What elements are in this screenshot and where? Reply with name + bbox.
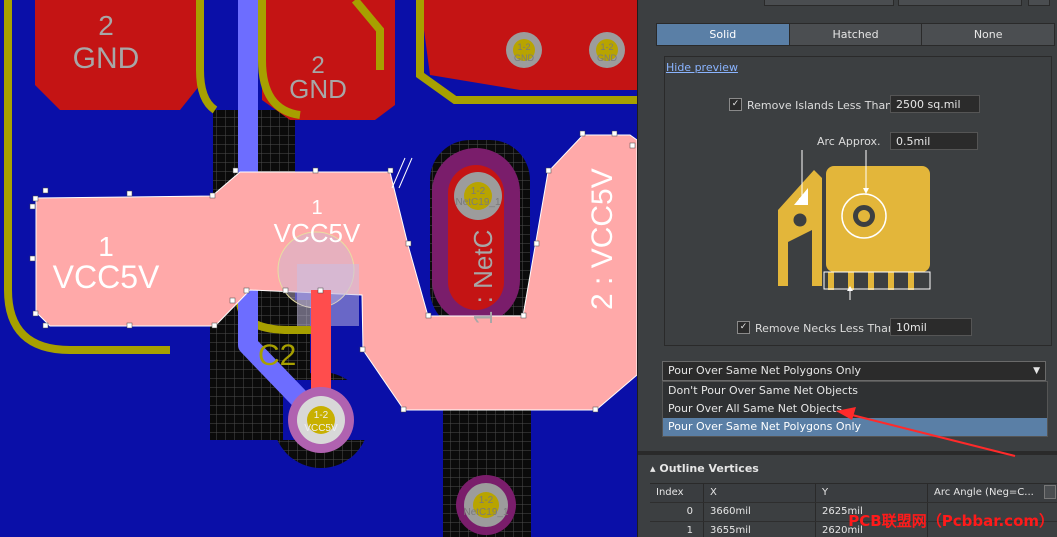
preview-necks [828, 272, 914, 290]
remove-necks-label: Remove Necks Less Than [755, 322, 895, 335]
via-gnd-1-net: GND [514, 53, 535, 63]
outline-vertices-title: Outline Vertices [659, 462, 759, 475]
col-arc-angle[interactable]: Arc Angle (Neg=C... [928, 484, 1053, 502]
via-gnd-2-pad: 1-2 [600, 42, 613, 52]
via-netc-top-pad: 1-2 [471, 186, 486, 197]
cell-index: 0 [650, 503, 704, 521]
collapse-triangle-icon[interactable]: ▴ [650, 462, 656, 475]
cell-x[interactable]: 3660mil [704, 503, 816, 521]
polygon-properties-panel: Solid Hatched None Hide preview ✓ Remove… [637, 0, 1057, 537]
remove-islands-checkbox[interactable]: ✓ [729, 98, 742, 111]
via-netc-top-net: NetC19_1 [455, 197, 500, 208]
vcc-left-net: VCC5V [53, 259, 160, 295]
pour-over-dropdown[interactable]: Pour Over Same Net Polygons Only ▼ [662, 361, 1046, 381]
panel-top-bar [638, 0, 1057, 14]
col-index[interactable]: Index [650, 484, 704, 502]
gnd-left-net: GND [73, 42, 140, 75]
watermark-text: PCB联盟网（Pcbbar.com） [848, 512, 1054, 530]
arc-approx-field[interactable]: 0.5mil [890, 132, 978, 150]
pcb-canvas[interactable]: 2 GND 2 GND 1 VCC5V 1 VCC5V 2 : VCC5V 1 … [0, 0, 637, 537]
via-gnd-2-net: GND [597, 53, 618, 63]
top-button[interactable] [1028, 0, 1050, 6]
fill-mode-hatched[interactable]: Hatched [789, 24, 923, 45]
netc19-vertical-label: 1 : NetC [468, 230, 498, 325]
top-field-1[interactable] [764, 0, 894, 6]
chevron-down-icon[interactable]: ▼ [1033, 362, 1040, 380]
cell-x[interactable]: 3655mil [704, 522, 816, 537]
table-header: Index X Y Arc Angle (Neg=C... [650, 484, 1057, 503]
via-vcc-pad: 1-2 [314, 410, 329, 421]
cell-index: 1 [650, 522, 704, 537]
remove-islands-field[interactable]: 2500 sq.mil [890, 95, 980, 113]
col-x[interactable]: X [704, 484, 816, 502]
preview-graphic [778, 150, 931, 300]
table-scrollbar[interactable] [1044, 485, 1056, 499]
gnd-mid-net: GND [289, 74, 347, 104]
vcc-left-num: 1 [98, 231, 114, 262]
vcc-mid-net: VCC5V [274, 218, 361, 248]
option-pour-polygons-only[interactable]: Pour Over Same Net Polygons Only [663, 418, 1047, 436]
pour-over-selected: Pour Over Same Net Polygons Only [668, 364, 862, 377]
fill-mode-none[interactable]: None [922, 24, 1055, 45]
outline-vertices-header[interactable]: ▴ Outline Vertices [650, 462, 759, 475]
via-netc-bottom-net: NetC19_1 [463, 507, 508, 518]
pour-over-options: Don't Pour Over Same Net Objects Pour Ov… [662, 381, 1048, 437]
top-field-2[interactable] [898, 0, 1022, 6]
fill-mode-solid[interactable]: Solid [657, 24, 790, 45]
option-pour-all[interactable]: Pour Over All Same Net Objects [663, 400, 1047, 418]
hide-preview-link[interactable]: Hide preview [666, 61, 738, 74]
via-netc-bottom-pad: 1-2 [479, 495, 494, 506]
vcc-mid-num: 1 [311, 197, 322, 219]
component-designator: C2 [258, 339, 296, 372]
via-gnd-1-pad: 1-2 [517, 42, 530, 52]
remove-necks-field[interactable]: 10mil [890, 318, 972, 336]
arc-approx-label: Arc Approx. [817, 135, 881, 148]
option-dont-pour[interactable]: Don't Pour Over Same Net Objects [663, 382, 1047, 400]
section-divider [638, 451, 1057, 455]
col-y[interactable]: Y [816, 484, 928, 502]
fill-mode-selector: Solid Hatched None [656, 23, 1055, 46]
vcc-right-label: 2 : VCC5V [586, 168, 619, 310]
gnd-left-num: 2 [98, 10, 114, 41]
remove-necks-checkbox[interactable]: ✓ [737, 321, 750, 334]
via-vcc-net: VCC5V [304, 423, 338, 434]
remove-islands-label: Remove Islands Less Than [747, 99, 893, 112]
